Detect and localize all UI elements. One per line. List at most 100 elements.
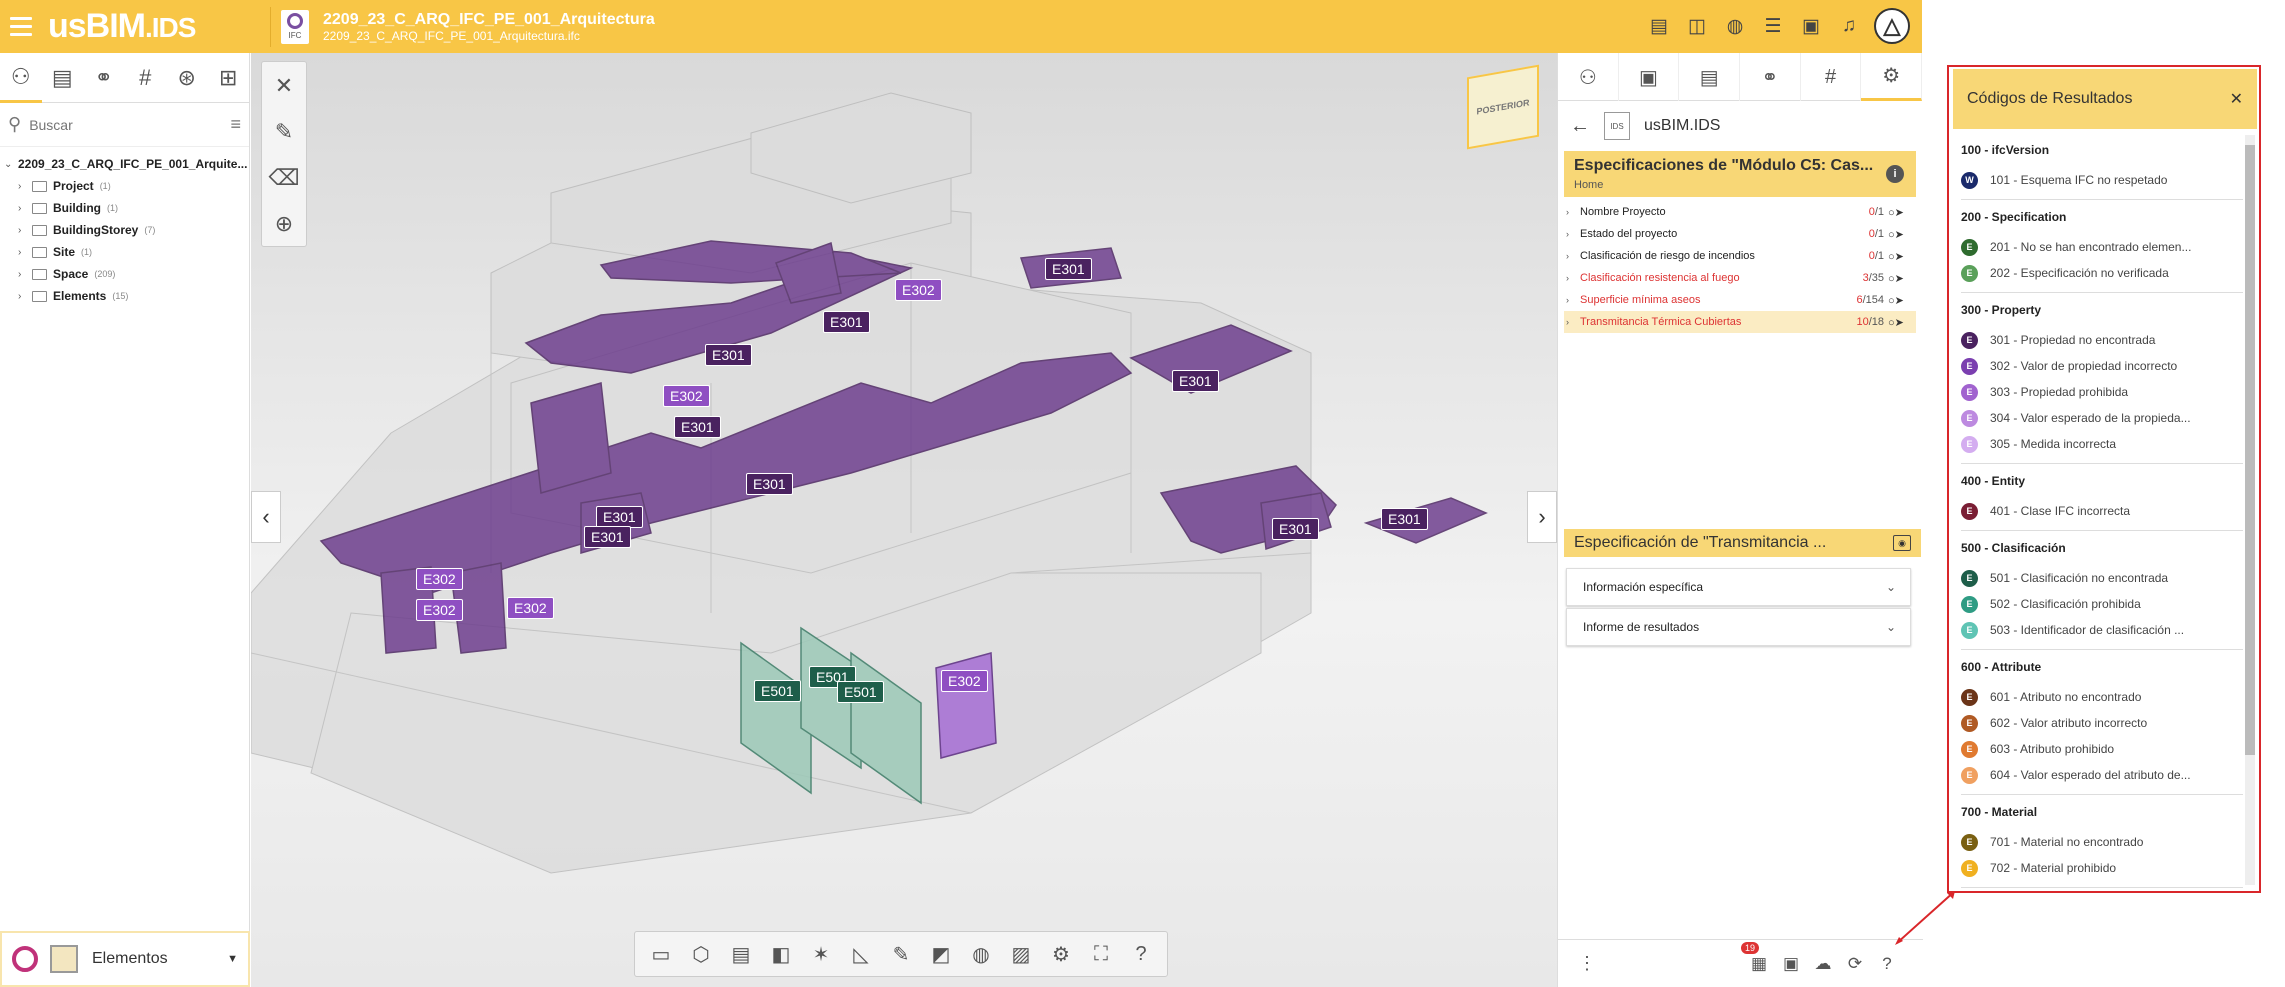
accordion-specific-info[interactable]: Información específica ⌄ xyxy=(1566,568,1911,606)
tree-node-building[interactable]: › Building (1) xyxy=(4,197,249,219)
prev-arrow-icon[interactable]: ‹ xyxy=(251,491,281,543)
properties-icon[interactable]: ▤ xyxy=(725,938,757,970)
divider xyxy=(1961,463,2243,464)
spec-row-selected[interactable]: › Transmitancia Térmica Cubiertas 10/18 ○➤ xyxy=(1564,311,1916,333)
spec-row[interactable]: › Nombre Proyecto 0/1 ○➤ xyxy=(1564,201,1916,223)
help-icon[interactable]: ? xyxy=(1125,938,1157,970)
marker-e301[interactable]: E301 xyxy=(823,311,870,333)
search-icon: ⚲ xyxy=(8,114,22,134)
marker-e302[interactable]: E302 xyxy=(416,568,463,590)
breadcrumb[interactable]: Home xyxy=(1574,179,1906,191)
models-icon[interactable]: ▣ xyxy=(1798,13,1824,39)
tree-node-site[interactable]: › Site (1) xyxy=(4,241,249,263)
3d-viewer[interactable]: E301 E302 E301 E301 E302 E301 E301 E301 … xyxy=(251,53,1557,987)
marker-e501[interactable]: E501 xyxy=(754,680,801,702)
filter-icon[interactable]: ≡ xyxy=(230,114,241,135)
sync-icon[interactable]: ⟳ xyxy=(1839,954,1871,974)
marker-e301[interactable]: E301 xyxy=(674,416,721,438)
marker-e301[interactable]: E301 xyxy=(746,473,793,495)
user-avatar[interactable]: △ xyxy=(1874,8,1910,44)
paint-icon[interactable]: ✎ xyxy=(885,938,917,970)
explode-icon[interactable]: ✶ xyxy=(805,938,837,970)
spec-row[interactable]: › Clasificación de riesgo de incendios 0/1… xyxy=(1564,245,1916,267)
settings-icon[interactable]: ⚙ xyxy=(1045,938,1077,970)
cube-icon[interactable]: ⬡ xyxy=(685,938,717,970)
documents-icon[interactable]: ▤ xyxy=(1646,13,1672,39)
view-selector[interactable]: Elementos ▼ xyxy=(0,931,250,987)
close-icon[interactable]: ✕ xyxy=(2230,89,2243,109)
brush-icon[interactable]: ✎ xyxy=(266,114,302,150)
eye-icon[interactable]: ◉ xyxy=(1893,535,1911,551)
hash-tab-icon[interactable]: # xyxy=(125,53,167,103)
status-send-icon[interactable]: ○➤ xyxy=(1888,272,1916,285)
link-tab-icon[interactable]: ⚭ xyxy=(83,53,125,103)
section-box-icon[interactable]: ◧ xyxy=(765,938,797,970)
spec-row[interactable]: › Estado del proyecto 0/1 ○➤ xyxy=(1564,223,1916,245)
cloud-upload-icon[interactable]: ☁ xyxy=(1807,954,1839,974)
marker-e302[interactable]: E302 xyxy=(507,597,554,619)
ids-settings-tab-icon[interactable]: ⚙ xyxy=(1861,53,1923,101)
next-arrow-icon[interactable]: › xyxy=(1527,491,1557,543)
marker-e302[interactable]: E302 xyxy=(416,599,463,621)
status-send-icon[interactable]: ○➤ xyxy=(1888,228,1916,241)
marker-e301[interactable]: E301 xyxy=(596,506,643,528)
search-input[interactable] xyxy=(29,116,231,133)
help-circle-icon[interactable]: ? xyxy=(1871,954,1903,974)
tree-node-buildingstorey[interactable]: › BuildingStorey (7) xyxy=(4,219,249,241)
zoom-icon[interactable]: ⊕ xyxy=(266,206,302,242)
divider xyxy=(1961,887,2243,888)
scrollbar[interactable] xyxy=(2245,135,2255,885)
accordion-results-report[interactable]: Informe de resultados ⌄ xyxy=(1566,608,1911,646)
tree-node-elements[interactable]: › Elements (15) xyxy=(4,285,249,307)
layers-tab-icon[interactable]: ▣ xyxy=(1619,53,1680,101)
tree-node-project[interactable]: › Project (1) xyxy=(4,175,249,197)
marker-e302[interactable]: E302 xyxy=(895,279,942,301)
marker-e301[interactable]: E301 xyxy=(1172,370,1219,392)
marker-e302[interactable]: E302 xyxy=(663,385,710,407)
globe-icon[interactable]: ◍ xyxy=(1722,13,1748,39)
status-send-icon[interactable]: ○➤ xyxy=(1888,316,1916,329)
document-tab-icon[interactable]: ▤ xyxy=(1679,53,1741,101)
back-arrow-icon[interactable]: ← xyxy=(1570,115,1590,138)
eraser-icon[interactable]: ⌫ xyxy=(266,160,302,196)
measure-icon[interactable]: ◺ xyxy=(845,938,877,970)
database-icon[interactable]: ☰ xyxy=(1760,13,1786,39)
section-plane-icon[interactable]: ◩ xyxy=(925,938,957,970)
close-icon[interactable]: ✕ xyxy=(266,68,302,104)
tree-root[interactable]: ⌄ 2209_23_C_ARQ_IFC_PE_001_Arquite... xyxy=(4,153,249,175)
bell-icon[interactable]: ♫ xyxy=(1836,13,1862,39)
info-icon[interactable]: i xyxy=(1886,165,1904,183)
status-send-icon[interactable]: ○➤ xyxy=(1888,206,1916,219)
document-tab-icon[interactable]: ▤ xyxy=(42,53,84,103)
more-icon[interactable]: ⋮ xyxy=(1578,953,1743,974)
marker-e301[interactable]: E301 xyxy=(1272,518,1319,540)
status-send-icon[interactable]: ○➤ xyxy=(1888,250,1916,263)
spec-row[interactable]: › Clasificación resistencia al fuego 3/35 ○… xyxy=(1564,267,1916,289)
globe-icon[interactable]: ◍ xyxy=(965,938,997,970)
specifications-header: Especificaciones de "Módulo C5: Cas... H… xyxy=(1564,151,1916,197)
menu-icon[interactable] xyxy=(0,0,42,53)
marker-e302[interactable]: E302 xyxy=(941,670,988,692)
screenshot-icon[interactable]: ▣ xyxy=(1775,954,1807,974)
link-tab-icon[interactable]: ⚭ xyxy=(1740,53,1801,101)
fullscreen-icon[interactable]: ⛶ xyxy=(1085,938,1117,970)
hash-tab-icon[interactable]: # xyxy=(1801,53,1862,101)
code-severity-icon: W xyxy=(1961,171,1978,189)
spec-row[interactable]: › Superficie mínima aseos 6/154 ○➤ xyxy=(1564,289,1916,311)
marker-e301[interactable]: E301 xyxy=(1045,258,1092,280)
marker-e301[interactable]: E301 xyxy=(584,526,631,548)
image-icon[interactable]: ▨ xyxy=(1005,938,1037,970)
tree-node-space[interactable]: › Space (209) xyxy=(4,263,249,285)
hierarchy-tab-icon[interactable]: ⊞ xyxy=(208,53,250,103)
aperture-tab-icon[interactable]: ⊛ xyxy=(166,53,208,103)
issues-icon[interactable]: ▦ 19 xyxy=(1741,941,1775,974)
tree-tab-icon[interactable]: ⚇ xyxy=(0,53,42,103)
marker-e301[interactable]: E301 xyxy=(705,344,752,366)
view-cube[interactable]: POSTERIOR xyxy=(1467,64,1539,150)
marker-e301[interactable]: E301 xyxy=(1381,508,1428,530)
camera-icon[interactable]: ▭ xyxy=(645,938,677,970)
marker-e501[interactable]: E501 xyxy=(837,681,884,703)
users-tab-icon[interactable]: ⚇ xyxy=(1558,53,1619,101)
status-send-icon[interactable]: ○➤ xyxy=(1888,294,1916,307)
compare-icon[interactable]: ◫ xyxy=(1684,13,1710,39)
